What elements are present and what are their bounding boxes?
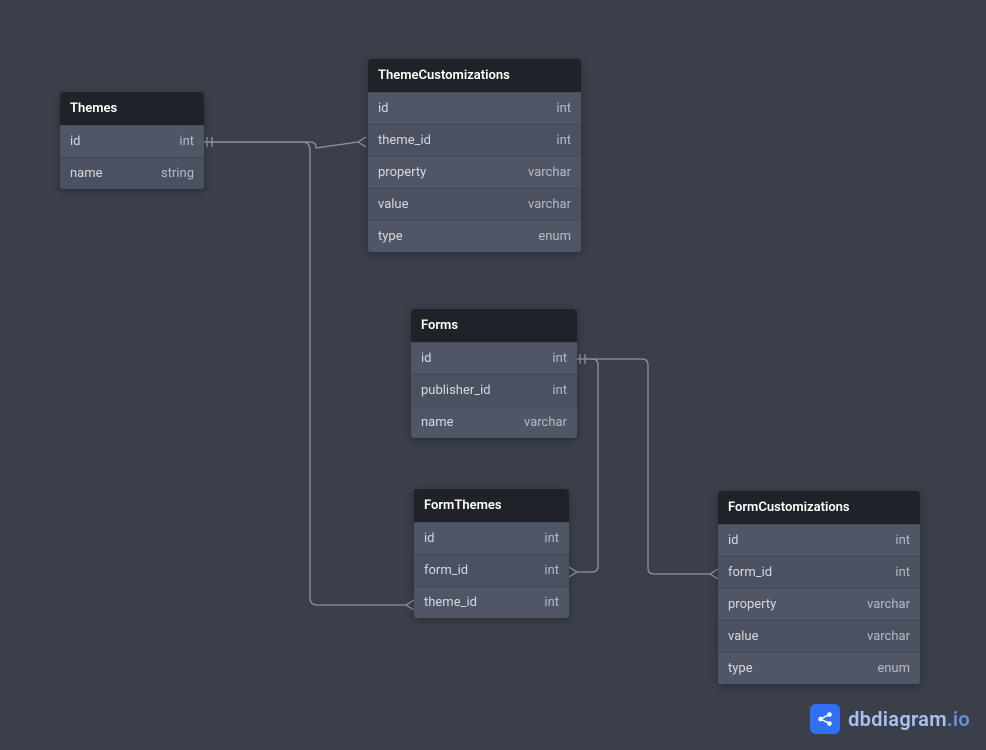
column-name: type xyxy=(728,661,753,676)
diagram-canvas[interactable]: Themes id int name string ThemeCustomiza… xyxy=(0,0,986,750)
table-header: FormThemes xyxy=(414,489,569,522)
table-row[interactable]: id int xyxy=(718,524,920,556)
column-name: value xyxy=(728,629,759,644)
table-forms[interactable]: Forms id int publisher_id int name varch… xyxy=(411,309,577,438)
column-name: id xyxy=(424,531,435,546)
table-row[interactable]: value varchar xyxy=(368,188,581,220)
column-type: int xyxy=(552,383,567,398)
column-type: int xyxy=(556,133,571,148)
column-type: string xyxy=(161,166,194,181)
column-name: id xyxy=(70,134,81,149)
table-rows: id int publisher_id int name varchar xyxy=(411,342,577,438)
column-type: int xyxy=(544,595,559,610)
column-type: int xyxy=(544,563,559,578)
table-rows: id int form_id int theme_id int xyxy=(414,522,569,618)
watermark-label-b: .io xyxy=(947,707,970,731)
column-type: varchar xyxy=(528,165,571,180)
column-name: id xyxy=(421,351,432,366)
column-type: varchar xyxy=(528,197,571,212)
column-name: id xyxy=(378,101,389,116)
table-rows: id int theme_id int property varchar val… xyxy=(368,92,581,252)
table-header: FormCustomizations xyxy=(718,491,920,524)
table-row[interactable]: id int xyxy=(411,342,577,374)
column-name: type xyxy=(378,229,403,244)
column-type: int xyxy=(552,351,567,366)
column-type: varchar xyxy=(524,415,567,430)
table-theme-customizations[interactable]: ThemeCustomizations id int theme_id int … xyxy=(368,59,581,252)
share-icon xyxy=(810,704,840,734)
watermark-label-a: dbdiagram xyxy=(848,707,947,731)
table-row[interactable]: name varchar xyxy=(411,406,577,438)
column-type: int xyxy=(179,134,194,149)
column-type: int xyxy=(895,565,910,580)
table-header: Themes xyxy=(60,92,204,125)
column-type: int xyxy=(556,101,571,116)
column-name: form_id xyxy=(728,565,772,580)
table-row[interactable]: theme_id int xyxy=(414,586,569,618)
column-name: id xyxy=(728,533,739,548)
table-rows: id int name string xyxy=(60,125,204,189)
column-type: varchar xyxy=(867,629,910,644)
column-name: theme_id xyxy=(378,133,431,148)
table-header: Forms xyxy=(411,309,577,342)
column-name: form_id xyxy=(424,563,468,578)
watermark-text: dbdiagram.io xyxy=(848,707,970,731)
column-name: property xyxy=(728,597,776,612)
table-form-themes[interactable]: FormThemes id int form_id int theme_id i… xyxy=(414,489,569,618)
table-row[interactable]: name string xyxy=(60,157,204,189)
table-row[interactable]: form_id int xyxy=(718,556,920,588)
table-row[interactable]: theme_id int xyxy=(368,124,581,156)
column-name: property xyxy=(378,165,426,180)
watermark: dbdiagram.io xyxy=(810,704,970,734)
column-name: value xyxy=(378,197,409,212)
table-row[interactable]: publisher_id int xyxy=(411,374,577,406)
column-type: enum xyxy=(877,661,910,676)
table-row[interactable]: id int xyxy=(414,522,569,554)
table-form-customizations[interactable]: FormCustomizations id int form_id int pr… xyxy=(718,491,920,684)
column-type: int xyxy=(544,531,559,546)
column-type: enum xyxy=(538,229,571,244)
column-type: varchar xyxy=(867,597,910,612)
table-row[interactable]: type enum xyxy=(718,652,920,684)
table-row[interactable]: id int xyxy=(368,92,581,124)
table-row[interactable]: type enum xyxy=(368,220,581,252)
column-name: theme_id xyxy=(424,595,477,610)
column-name: publisher_id xyxy=(421,383,491,398)
table-row[interactable]: form_id int xyxy=(414,554,569,586)
table-themes[interactable]: Themes id int name string xyxy=(60,92,204,189)
table-row[interactable]: id int xyxy=(60,125,204,157)
column-type: int xyxy=(895,533,910,548)
table-row[interactable]: property varchar xyxy=(368,156,581,188)
table-row[interactable]: value varchar xyxy=(718,620,920,652)
table-header: ThemeCustomizations xyxy=(368,59,581,92)
table-row[interactable]: property varchar xyxy=(718,588,920,620)
table-rows: id int form_id int property varchar valu… xyxy=(718,524,920,684)
column-name: name xyxy=(70,166,103,181)
column-name: name xyxy=(421,415,454,430)
